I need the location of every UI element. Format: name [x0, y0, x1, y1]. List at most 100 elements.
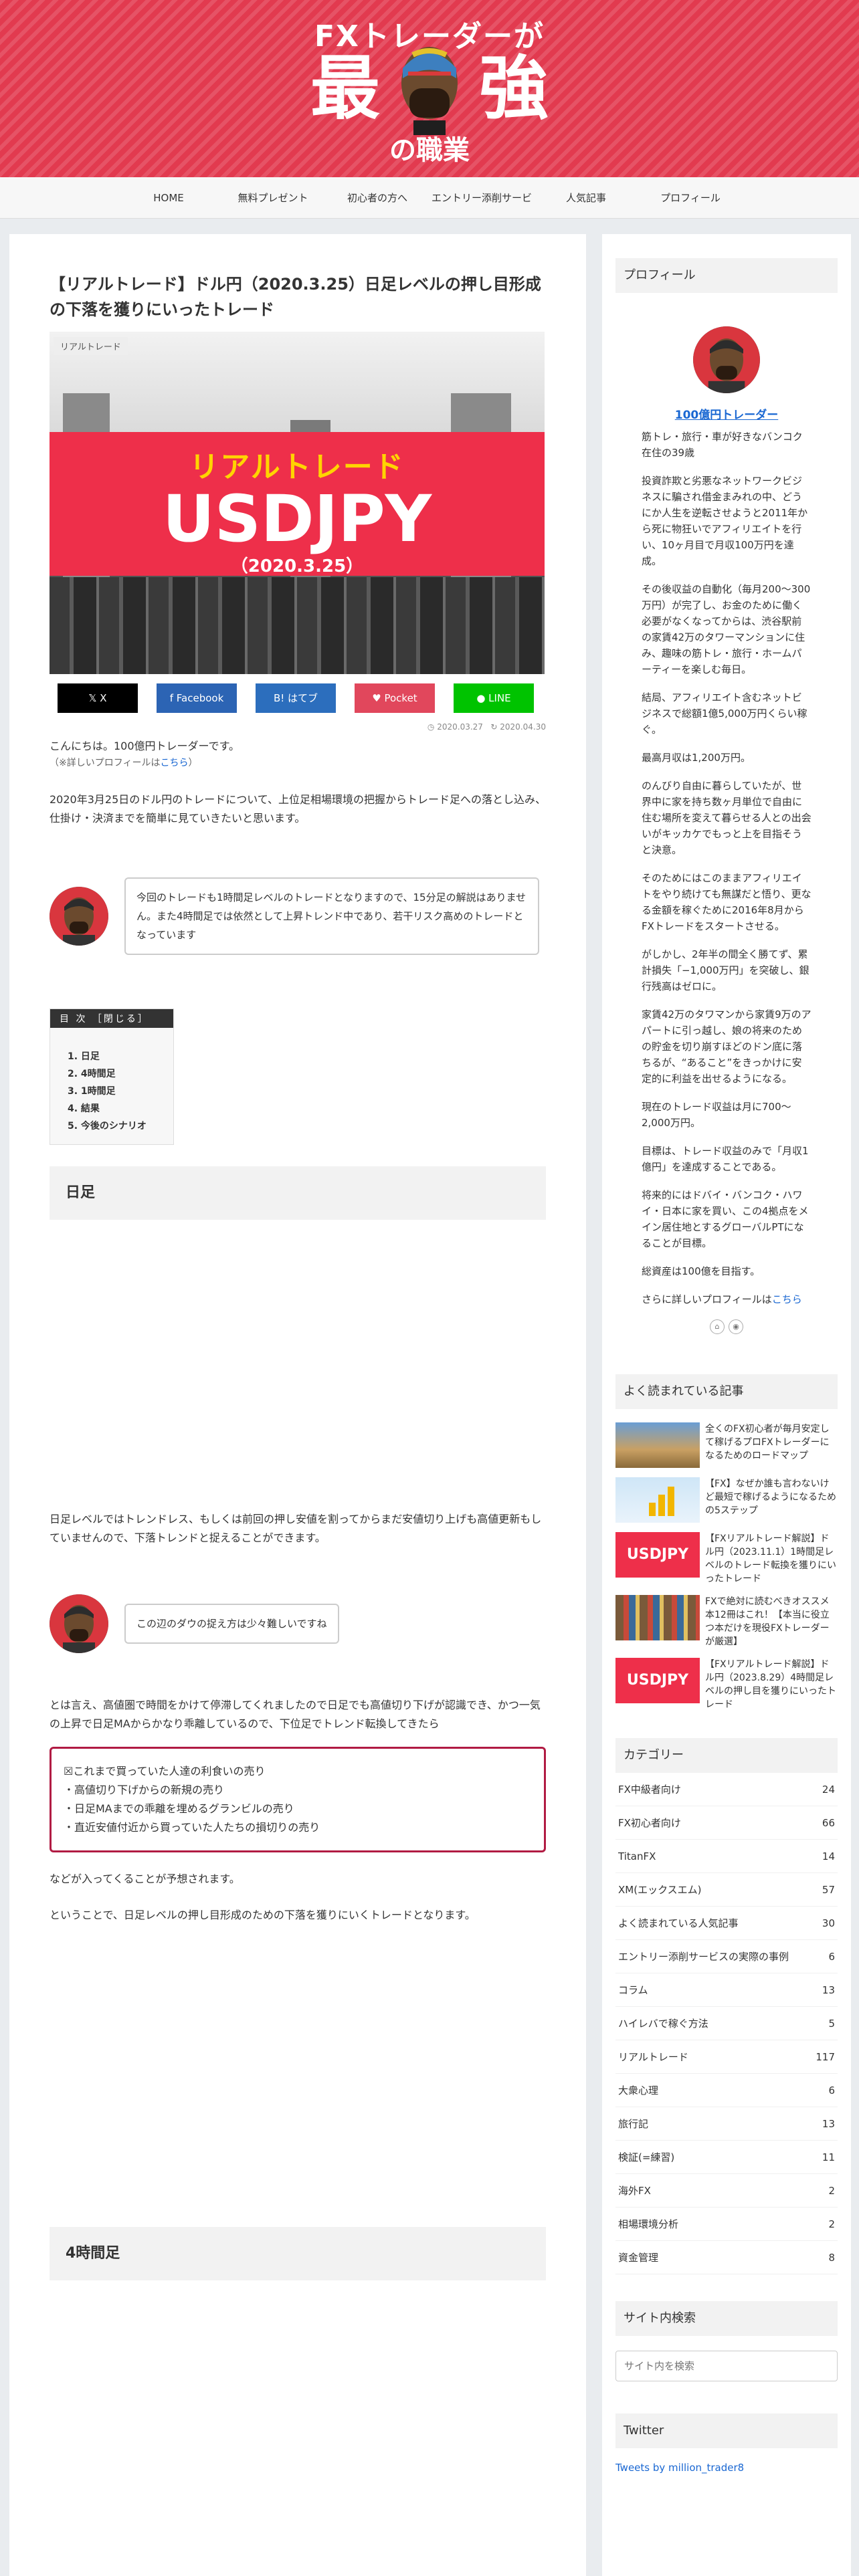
- heading-daily: 日足: [50, 1166, 546, 1220]
- sidebar-popular-heading: よく読まれている記事: [615, 1374, 838, 1409]
- popular-item[interactable]: USDJPY 【FXリアルトレード解説】ドル円（2023.11.1）1時間足レベ…: [615, 1532, 838, 1586]
- popular-item[interactable]: FXで絶対に読むべきオススメ本12冊はこれ！【本当に役立つ本だけを現役FXトレー…: [615, 1595, 838, 1648]
- chart-image-placeholder: [50, 1925, 546, 2206]
- speech-bubble-2: この辺のダウの捉え方は少々難しいですね: [50, 1594, 546, 1653]
- nav-beginners[interactable]: 初心者の方へ: [325, 177, 430, 218]
- category-item[interactable]: TitanFX 14: [615, 1840, 838, 1873]
- category-name: 旅行記: [618, 2118, 649, 2130]
- category-item[interactable]: リアルトレード 117: [615, 2040, 838, 2074]
- category-item[interactable]: コラム 13: [615, 1973, 838, 2007]
- category-name: 資金管理: [618, 2252, 659, 2264]
- category-count: 6: [828, 1950, 835, 1963]
- category-count: 6: [828, 2084, 835, 2097]
- profile-paragraph: 投資詐欺と劣悪なネットワークビジネスに騙され借金まみれの中、どうにか人生を逆転さ…: [642, 475, 808, 567]
- nav-profile[interactable]: プロフィール: [638, 177, 743, 218]
- article-title: 【リアルトレード】ドル円（2020.3.25）日足レベルの押し目形成の下落を獲り…: [50, 275, 541, 319]
- nav-home[interactable]: HOME: [116, 177, 221, 218]
- category-count: 2: [828, 2218, 835, 2230]
- profile-paragraph: 最高月収は1,200万円。: [642, 752, 751, 764]
- toc-item-scenario[interactable]: 5. 今後のシナリオ: [68, 1117, 156, 1135]
- category-item[interactable]: ハイレバで稼ぐ方法 5: [615, 2007, 838, 2040]
- bubble-2-text: この辺のダウの捉え方は少々難しいですね: [124, 1604, 339, 1644]
- category-name: FX初心者向け: [618, 1817, 681, 1829]
- toc-item-4h[interactable]: 2. 4時間足: [68, 1065, 156, 1083]
- alert-item: ☒これまで買っていた人達の利食いの売り: [64, 1765, 266, 1778]
- category-label[interactable]: リアルトレード: [54, 337, 128, 355]
- clock-icon: ◷: [427, 722, 435, 732]
- profile-paragraph: 総資産は100億を目指す。: [642, 1265, 761, 1277]
- profile-paragraph: 家賃42万のタワマンから家賃9万のアパートに引っ越し、娘の将来のための貯金を切り…: [642, 1008, 812, 1085]
- site-logo[interactable]: 最 強: [0, 41, 859, 135]
- share-facebook-button[interactable]: f Facebook: [157, 683, 237, 713]
- category-count: 2: [828, 2184, 835, 2197]
- share-x-button[interactable]: 𝕏 X: [58, 683, 138, 713]
- share-line-button[interactable]: ● LINE: [454, 683, 534, 713]
- share-pocket-button[interactable]: ♥ Pocket: [355, 683, 435, 713]
- toc-item-result[interactable]: 4. 結果: [68, 1100, 156, 1117]
- category-name: 海外FX: [618, 2185, 651, 2197]
- profile-paragraph: その後収益の自動化（毎月200〜300万円）が完了し、お金のために働く必要がなく…: [642, 583, 811, 675]
- category-count: 14: [822, 1850, 835, 1862]
- share-hatena-button[interactable]: B! はてブ: [256, 683, 336, 713]
- profile-paragraph: 目標は、トレード収益のみで「月収1億円」を達成することである。: [642, 1145, 809, 1173]
- profile-name-link[interactable]: 100億円トレーダー: [615, 405, 838, 422]
- category-item[interactable]: 旅行記 13: [615, 2107, 838, 2141]
- category-item[interactable]: 海外FX 2: [615, 2174, 838, 2208]
- profile-note: （※詳しいプロフィールはこちら）: [50, 758, 198, 768]
- category-count: 24: [822, 1783, 835, 1796]
- popular-title: 【FX】なぜか誰も言わないけど最短で稼げるようになるための5ステップ: [705, 1479, 836, 1516]
- post-dates: ◷ 2020.03.27 ↻ 2020.04.30: [50, 722, 546, 732]
- popular-title: 【FXリアルトレード解説】ドル円（2023.11.1）1時間足レベルのトレード転…: [705, 1533, 836, 1584]
- chart-image-placeholder: [50, 1220, 546, 1501]
- main-content: 【リアルトレード】ドル円（2020.3.25）日足レベルの押し目形成の下落を獲り…: [9, 234, 586, 2576]
- eyecatch-date: （2020.3.25）: [230, 556, 364, 576]
- table-of-contents: 目 次 ［閉じる］ 1. 日足 2. 4時間足 3. 1時間足 4. 結果 5.…: [50, 1008, 174, 1145]
- twitter-timeline-link[interactable]: Tweets by million_trader8: [615, 2462, 838, 2474]
- toc-item-1h[interactable]: 3. 1時間足: [68, 1083, 156, 1100]
- profile-paragraph: 現在のトレード収益は月に700〜2,000万円。: [642, 1101, 791, 1129]
- profile-avatar: [693, 326, 760, 393]
- popular-item[interactable]: 【FX】なぜか誰も言わないけど最短で稼げるようになるための5ステップ: [615, 1477, 838, 1523]
- alert-item: ・直近安値付近から買っていた人たちの損切りの売り: [64, 1821, 320, 1834]
- author-avatar: [50, 887, 108, 946]
- popular-item[interactable]: 全くのFX初心者が毎月安定して稼げるプロFXトレーダーになるためのロードマップ: [615, 1422, 838, 1468]
- profile-link[interactable]: こちら: [160, 758, 188, 768]
- toc-title[interactable]: 目 次 ［閉じる］: [50, 1009, 173, 1028]
- popular-title: FXで絶対に読むべきオススメ本12冊はこれ！【本当に役立つ本だけを現役FXトレー…: [705, 1596, 830, 1647]
- category-item[interactable]: 資金管理 8: [615, 2241, 838, 2274]
- category-count: 30: [822, 1917, 835, 1929]
- search-input[interactable]: [615, 2351, 838, 2381]
- category-item[interactable]: FX初心者向け 66: [615, 1806, 838, 1840]
- nav-entry-review[interactable]: エントリー添削サービス: [430, 177, 534, 245]
- profile-paragraph: のんびり自由に暮らしていたが、世界中に家を持ち数ヶ月単位で自由に住む場所を変えて…: [642, 780, 812, 856]
- category-item[interactable]: 検証(=練習) 11: [615, 2141, 838, 2174]
- logo-left-char: 最: [310, 47, 380, 129]
- category-item[interactable]: エントリー添削サービスの実際の事例 6: [615, 1940, 838, 1973]
- category-name: エントリー添削サービスの実際の事例: [618, 1951, 789, 1963]
- category-item[interactable]: 相場環境分析 2: [615, 2208, 838, 2241]
- category-count: 66: [822, 1816, 835, 1829]
- category-item[interactable]: XM(エックスエム) 57: [615, 1873, 838, 1907]
- profile-social-links: ⌂ ◉: [615, 1319, 838, 1334]
- global-nav: HOME 無料プレゼント 初心者の方へ エントリー添削サービス 人気記事 プロフ…: [0, 177, 859, 245]
- share-buttons: 𝕏 X f Facebook B! はてブ ♥ Pocket ● LINE: [50, 683, 546, 713]
- profile-paragraph: そのためにはこのままアフィリエイトをやり続けても無謀だと悟り、更なる金額を稼ぐた…: [642, 872, 812, 932]
- category-item[interactable]: 大衆心理 6: [615, 2074, 838, 2107]
- category-count: 11: [822, 2151, 835, 2163]
- eyecatch-big-title: USDJPY: [162, 481, 432, 556]
- popular-item[interactable]: USDJPY 【FXリアルトレード解説】ドル円（2023.8.29）4時間足レベ…: [615, 1658, 838, 1711]
- popular-thumb: USDJPY: [615, 1532, 700, 1578]
- category-item[interactable]: FX中級者向け 24: [615, 1773, 838, 1806]
- category-name: 検証(=練習): [618, 2151, 675, 2163]
- home-icon[interactable]: ⌂: [710, 1319, 725, 1334]
- logo-bottom-text: の職業: [389, 135, 470, 166]
- toc-item-daily[interactable]: 1. 日足: [68, 1048, 156, 1065]
- paragraph-3: などが入ってくることが予想されます。: [50, 1872, 240, 1885]
- category-item[interactable]: よく読まれている人気記事 30: [615, 1907, 838, 1940]
- nav-popular[interactable]: 人気記事: [534, 177, 638, 218]
- profile-more-link[interactable]: こちら: [772, 1293, 802, 1305]
- nav-free-gift[interactable]: 無料プレゼント: [221, 177, 325, 218]
- alert-item: ・高値切り下げからの新規の売り: [64, 1784, 225, 1796]
- rss-icon[interactable]: ◉: [729, 1319, 743, 1334]
- profile-paragraph: 筋トレ・旅行・車が好きなバンコク在住の39歳: [642, 431, 803, 459]
